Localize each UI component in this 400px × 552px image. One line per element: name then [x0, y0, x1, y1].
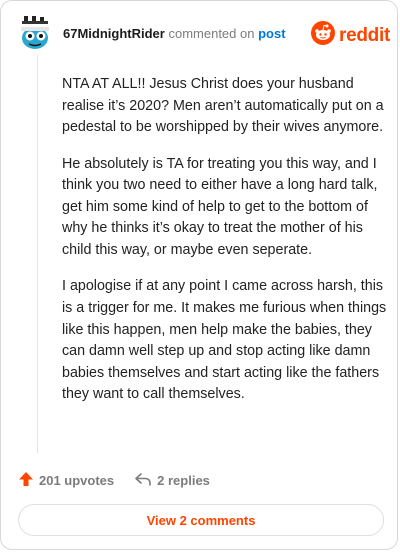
- upvote-count: 201 upvotes: [39, 473, 115, 488]
- user-avatar-icon[interactable]: [18, 16, 52, 50]
- reddit-brand[interactable]: reddit: [311, 21, 390, 50]
- comment-paragraph: He absolutely is TA for treating you thi…: [62, 155, 378, 258]
- reply-icon: [134, 471, 157, 490]
- thread-line: [37, 55, 38, 453]
- comment-actions: 201 upvotes 2 replies: [18, 471, 230, 490]
- comment-body: NTA AT ALL!! Jesus Christ does your husb…: [62, 74, 388, 421]
- comment-card: 67MidnightRider commented on post reddit…: [0, 0, 398, 550]
- reddit-logo-icon: [311, 21, 335, 50]
- upvote-arrow-icon: [18, 471, 39, 490]
- reply-count: 2 replies: [157, 473, 210, 488]
- comment-paragraph: NTA AT ALL!! Jesus Christ does your husb…: [62, 76, 384, 136]
- upvote-button[interactable]: 201 upvotes: [18, 471, 114, 490]
- post-link[interactable]: post: [258, 26, 285, 41]
- comment-paragraph: I apologise if at any point I came acros…: [62, 278, 387, 403]
- username[interactable]: 67MidnightRider: [63, 26, 165, 41]
- comment-header: 67MidnightRider commented on post: [63, 26, 286, 42]
- action-text: commented on: [168, 26, 255, 41]
- reply-button[interactable]: 2 replies: [134, 471, 210, 490]
- reddit-wordmark: reddit: [339, 24, 390, 46]
- view-comments-label: View 2 comments: [146, 512, 256, 528]
- view-comments-button[interactable]: View 2 comments: [18, 504, 384, 536]
